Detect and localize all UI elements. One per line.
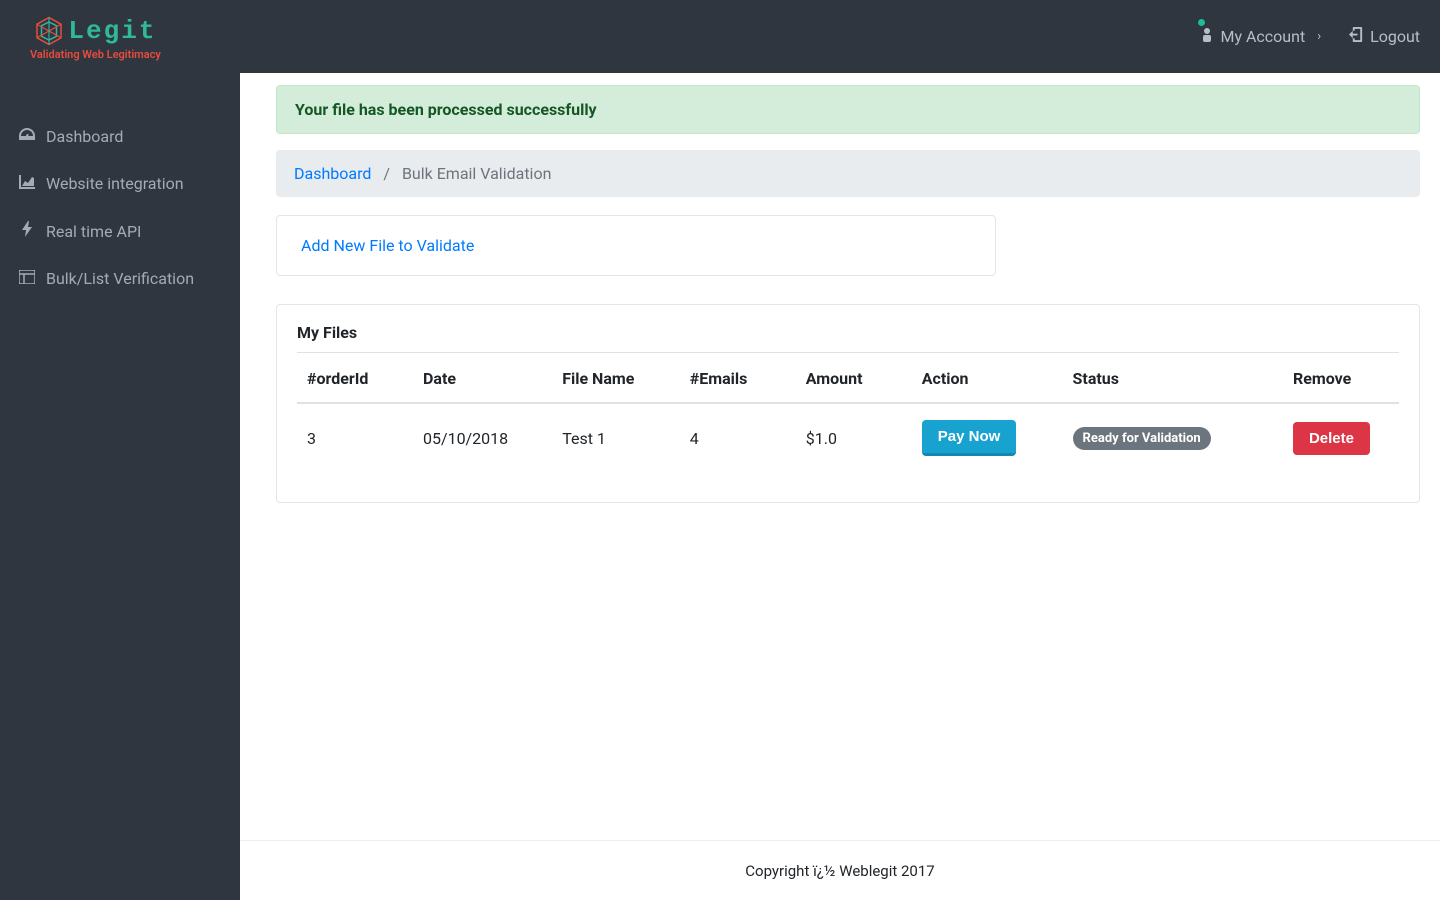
add-file-card: Add New File to Validate bbox=[276, 215, 996, 276]
breadcrumb-separator: / bbox=[375, 164, 398, 183]
col-header-emails: #Emails bbox=[680, 353, 796, 404]
logout-link[interactable]: Logout bbox=[1349, 27, 1420, 46]
cell-date: 05/10/2018 bbox=[413, 403, 552, 472]
col-header-orderid: #orderId bbox=[297, 353, 413, 404]
main: Your file has been processed successfull… bbox=[240, 73, 1440, 900]
panel-title: My Files bbox=[277, 305, 1419, 352]
cell-action: Pay Now bbox=[912, 403, 1063, 472]
sidebar-item-real-time-api[interactable]: Real time API bbox=[0, 207, 240, 255]
cell-amount: $1.0 bbox=[796, 403, 912, 472]
pay-now-button[interactable]: Pay Now bbox=[922, 420, 1017, 456]
success-alert: Your file has been processed successfull… bbox=[276, 85, 1420, 134]
col-header-action: Action bbox=[912, 353, 1063, 404]
person-icon bbox=[1200, 27, 1214, 47]
col-header-date: Date bbox=[413, 353, 552, 404]
sidebar-item-label: Bulk/List Verification bbox=[46, 269, 194, 288]
cell-remove: Delete bbox=[1283, 403, 1399, 472]
my-account-label: My Account bbox=[1220, 27, 1305, 46]
status-badge: Ready for Validation bbox=[1073, 427, 1211, 450]
sidebar-item-website-integration[interactable]: Website integration bbox=[0, 160, 240, 207]
col-header-filename: File Name bbox=[552, 353, 680, 404]
add-new-file-link[interactable]: Add New File to Validate bbox=[301, 236, 474, 255]
bolt-icon bbox=[18, 221, 36, 241]
sidebar-item-label: Dashboard bbox=[46, 127, 123, 146]
table-row: 3 05/10/2018 Test 1 4 $1.0 Pay Now Ready… bbox=[297, 403, 1399, 472]
chevron-right-icon: › bbox=[1317, 29, 1321, 44]
files-table: #orderId Date File Name #Emails Amount A… bbox=[297, 352, 1399, 472]
cell-filename: Test 1 bbox=[552, 403, 680, 472]
breadcrumb: Dashboard / Bulk Email Validation bbox=[276, 150, 1420, 197]
sidebar-item-label: Real time API bbox=[46, 222, 141, 241]
alert-message: Your file has been processed successfull… bbox=[295, 100, 597, 119]
dashboard-icon bbox=[18, 128, 36, 146]
status-dot-icon bbox=[1198, 19, 1205, 26]
topbar: Legit Validating Web Legitimacy My Accou… bbox=[0, 0, 1440, 73]
my-files-panel: My Files #orderId Date File Name #Emails… bbox=[276, 304, 1420, 503]
breadcrumb-root-link[interactable]: Dashboard bbox=[294, 164, 371, 183]
sidebar: Dashboard Website integration Real time … bbox=[0, 73, 240, 900]
brand-tagline: Validating Web Legitimacy bbox=[30, 48, 161, 61]
brand-logo-icon bbox=[34, 16, 64, 46]
chart-area-icon bbox=[18, 175, 36, 193]
footer-text: Copyright ï¿½ Weblegit 2017 bbox=[745, 862, 934, 880]
footer: Copyright ï¿½ Weblegit 2017 bbox=[240, 840, 1440, 900]
list-icon bbox=[18, 270, 36, 288]
sidebar-item-label: Website integration bbox=[46, 174, 184, 193]
delete-button[interactable]: Delete bbox=[1293, 422, 1370, 455]
cell-orderid: 3 bbox=[297, 403, 413, 472]
col-header-amount: Amount bbox=[796, 353, 912, 404]
sidebar-item-bulk-verification[interactable]: Bulk/List Verification bbox=[0, 255, 240, 302]
logout-label: Logout bbox=[1370, 27, 1420, 46]
brand[interactable]: Legit Validating Web Legitimacy bbox=[8, 12, 161, 61]
col-header-remove: Remove bbox=[1283, 353, 1399, 404]
cell-emails: 4 bbox=[680, 403, 796, 472]
col-header-status: Status bbox=[1063, 353, 1283, 404]
cell-status: Ready for Validation bbox=[1063, 403, 1283, 472]
logout-icon bbox=[1349, 27, 1364, 46]
sidebar-item-dashboard[interactable]: Dashboard bbox=[0, 113, 240, 160]
brand-name: Legit bbox=[68, 16, 156, 46]
my-account-menu[interactable]: My Account › bbox=[1200, 27, 1321, 47]
breadcrumb-current: Bulk Email Validation bbox=[402, 164, 551, 183]
